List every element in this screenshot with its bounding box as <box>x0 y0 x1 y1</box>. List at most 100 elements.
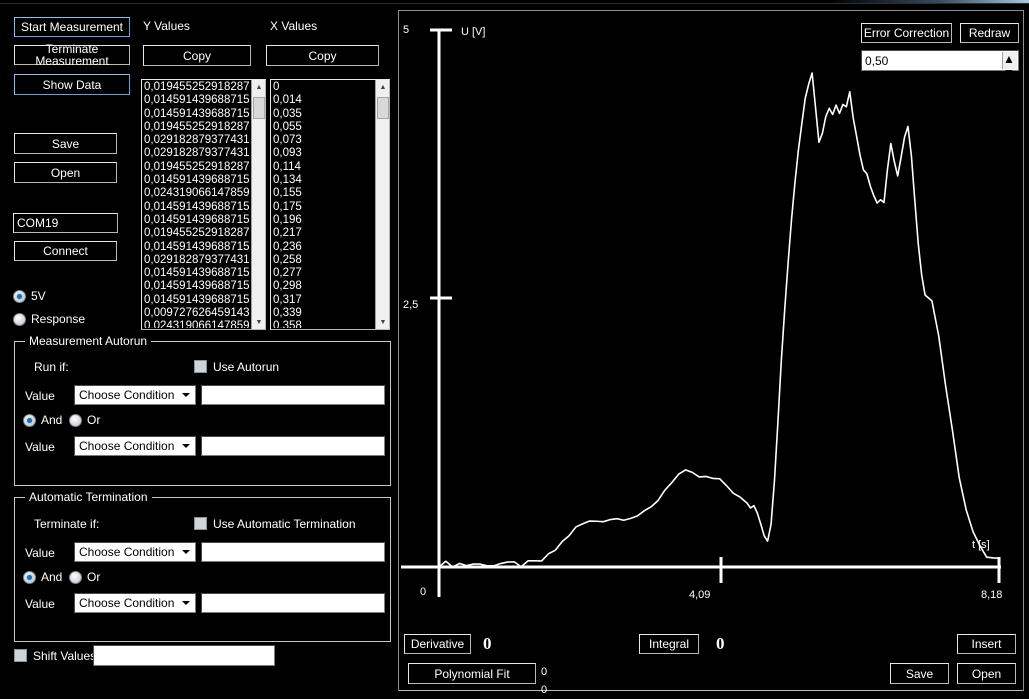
list-item[interactable]: 0,019455252918287 <box>144 227 250 240</box>
x-values-listbox[interactable]: 0 0,014 0,035 0,055 0,073 0,093 0,114 0,134 0,15… <box>270 79 390 330</box>
terminate-measurement-button[interactable]: Terminate Measurement <box>14 43 130 67</box>
start-measurement-button[interactable]: Start Measurement <box>14 17 130 37</box>
list-item[interactable]: 0,029182879377431 <box>144 147 250 160</box>
shift-values-checkbox[interactable] <box>14 649 27 662</box>
use-automatic-termination-checkbox[interactable] <box>194 517 207 530</box>
connect-button[interactable]: Connect <box>14 241 117 261</box>
scroll-down-icon[interactable]: ▼ <box>376 315 389 329</box>
com-port-input[interactable]: COM19 <box>13 213 118 233</box>
scrollbar-thumb[interactable] <box>253 97 265 119</box>
list-item[interactable]: 0,339 <box>273 307 374 320</box>
copy-y-values-button[interactable]: Copy <box>143 45 251 66</box>
spinner-up-icon[interactable]: ▲ <box>1003 52 1015 66</box>
list-item[interactable]: 0,358 <box>273 320 374 328</box>
x-tick-label-end: 8,18 <box>981 589 1003 601</box>
save-button[interactable]: Save <box>14 133 117 154</box>
integral-button[interactable]: Integral <box>639 634 699 654</box>
insert-button[interactable]: Insert <box>957 634 1016 654</box>
termination-value-input-2[interactable] <box>201 593 385 613</box>
list-item[interactable]: 0,014591439688715 <box>144 201 250 214</box>
list-item[interactable]: 0 <box>273 81 374 94</box>
autorun-value-input-2[interactable] <box>201 436 385 456</box>
list-item[interactable]: 0,019455252918287 <box>144 121 250 134</box>
list-item[interactable]: 0,014591439688715 <box>144 94 250 107</box>
interval-spinner-value: 0,50 <box>865 53 889 68</box>
list-item[interactable]: 0,014591439688715 <box>144 214 250 227</box>
list-item[interactable]: 0,024319066147859 <box>144 320 250 328</box>
list-item[interactable]: 0,298 <box>273 280 374 293</box>
autorun-condition-select-1[interactable]: Choose Condition <box>74 385 196 405</box>
error-correction-button[interactable]: Error Correction <box>861 23 952 43</box>
interval-spinner-input[interactable]: 0,50 ▲ ▼ <box>861 50 1019 80</box>
x-values-header: X Values <box>270 19 318 33</box>
use-autorun-checkbox[interactable] <box>194 360 207 373</box>
list-item[interactable]: 0,217 <box>273 227 374 240</box>
list-item[interactable]: 0,014591439688715 <box>144 108 250 121</box>
show-data-button[interactable]: Show Data <box>14 74 130 95</box>
copy-x-values-button[interactable]: Copy <box>266 45 379 66</box>
list-item[interactable]: 0,009727626459143 <box>144 307 250 320</box>
termination-condition-select-2[interactable]: Choose Condition <box>74 593 196 613</box>
list-item[interactable]: 0,114 <box>273 161 374 174</box>
x-values-items[interactable]: 0 0,014 0,035 0,055 0,073 0,093 0,114 0,134 0,15… <box>273 81 374 328</box>
list-item[interactable]: 0,014591439688715 <box>144 174 250 187</box>
list-item[interactable]: 0,024319066147859 <box>144 187 250 200</box>
list-item[interactable]: 0,014591439688715 <box>144 241 250 254</box>
list-item[interactable]: 0,175 <box>273 201 374 214</box>
scroll-up-icon[interactable]: ▲ <box>376 80 389 94</box>
y-tick-label-mid: 2,5 <box>403 299 419 311</box>
measurement-autorun-title: Measurement Autorun <box>25 334 152 348</box>
open-button[interactable]: Open <box>14 162 117 183</box>
list-item[interactable]: 0,236 <box>273 241 374 254</box>
scroll-up-icon[interactable]: ▲ <box>252 80 265 94</box>
list-item[interactable]: 0,019455252918287 <box>144 161 250 174</box>
scroll-down-icon[interactable]: ▼ <box>252 315 265 329</box>
list-item[interactable]: 0,014 <box>273 94 374 107</box>
shift-values-input[interactable] <box>93 645 275 666</box>
termination-radio-or[interactable] <box>69 571 82 584</box>
termination-condition-select-1[interactable]: Choose Condition <box>74 542 196 562</box>
autorun-radio-and[interactable] <box>23 414 36 427</box>
list-item[interactable]: 0,073 <box>273 134 374 147</box>
list-item[interactable]: 0,277 <box>273 267 374 280</box>
list-item[interactable]: 0,093 <box>273 147 374 160</box>
derivative-button[interactable]: Derivative <box>404 634 471 654</box>
termination-and-label: And <box>41 570 63 584</box>
chart-open-button[interactable]: Open <box>957 663 1016 684</box>
redraw-button[interactable]: Redraw <box>960 23 1019 43</box>
list-item[interactable]: 0,014591439688715 <box>144 280 250 293</box>
autorun-value-input-1[interactable] <box>201 385 385 405</box>
chart-save-button[interactable]: Save <box>890 663 949 684</box>
radio-5v[interactable] <box>13 290 26 303</box>
autorun-and-label: And <box>41 413 63 427</box>
list-item[interactable]: 0,196 <box>273 214 374 227</box>
radio-response[interactable] <box>13 313 26 326</box>
interval-spinner-buttons[interactable]: ▲ ▼ <box>1002 52 1017 80</box>
polynomial-fit-button[interactable]: Polynomial Fit <box>408 663 536 684</box>
autorun-radio-or[interactable] <box>69 414 82 427</box>
spinner-down-icon[interactable]: ▼ <box>1003 66 1015 80</box>
list-item[interactable]: 0,029182879377431 <box>144 134 250 147</box>
scrollbar-thumb[interactable] <box>377 97 389 119</box>
list-item[interactable]: 0,035 <box>273 108 374 121</box>
list-item[interactable]: 0,155 <box>273 187 374 200</box>
termination-radio-and[interactable] <box>23 571 36 584</box>
chart-plot-area[interactable]: 5 2,5 0 4,09 8,18 U [V] t [s] <box>399 11 1023 690</box>
list-item[interactable]: 0,029182879377431 <box>144 254 250 267</box>
autorun-condition-select-2[interactable]: Choose Condition <box>74 436 196 456</box>
list-item[interactable]: 0,317 <box>273 294 374 307</box>
radio-response-label: Response <box>31 312 86 326</box>
list-item[interactable]: 0,014591439688715 <box>144 267 250 280</box>
y-values-scrollbar[interactable]: ▲ ▼ <box>251 80 265 329</box>
chevron-down-icon <box>182 444 190 448</box>
y-values-items[interactable]: 0,019455252918287 0,014591439688715 0,0145… <box>144 81 250 328</box>
automatic-termination-title: Automatic Termination <box>25 490 152 504</box>
x-values-scrollbar[interactable]: ▲ ▼ <box>375 80 389 329</box>
list-item[interactable]: 0,134 <box>273 174 374 187</box>
y-values-listbox[interactable]: 0,019455252918287 0,014591439688715 0,0145… <box>141 79 266 330</box>
list-item[interactable]: 0,019455252918287 <box>144 81 250 94</box>
list-item[interactable]: 0,014591439688715 <box>144 294 250 307</box>
list-item[interactable]: 0,055 <box>273 121 374 134</box>
list-item[interactable]: 0,258 <box>273 254 374 267</box>
termination-value-input-1[interactable] <box>201 542 385 562</box>
